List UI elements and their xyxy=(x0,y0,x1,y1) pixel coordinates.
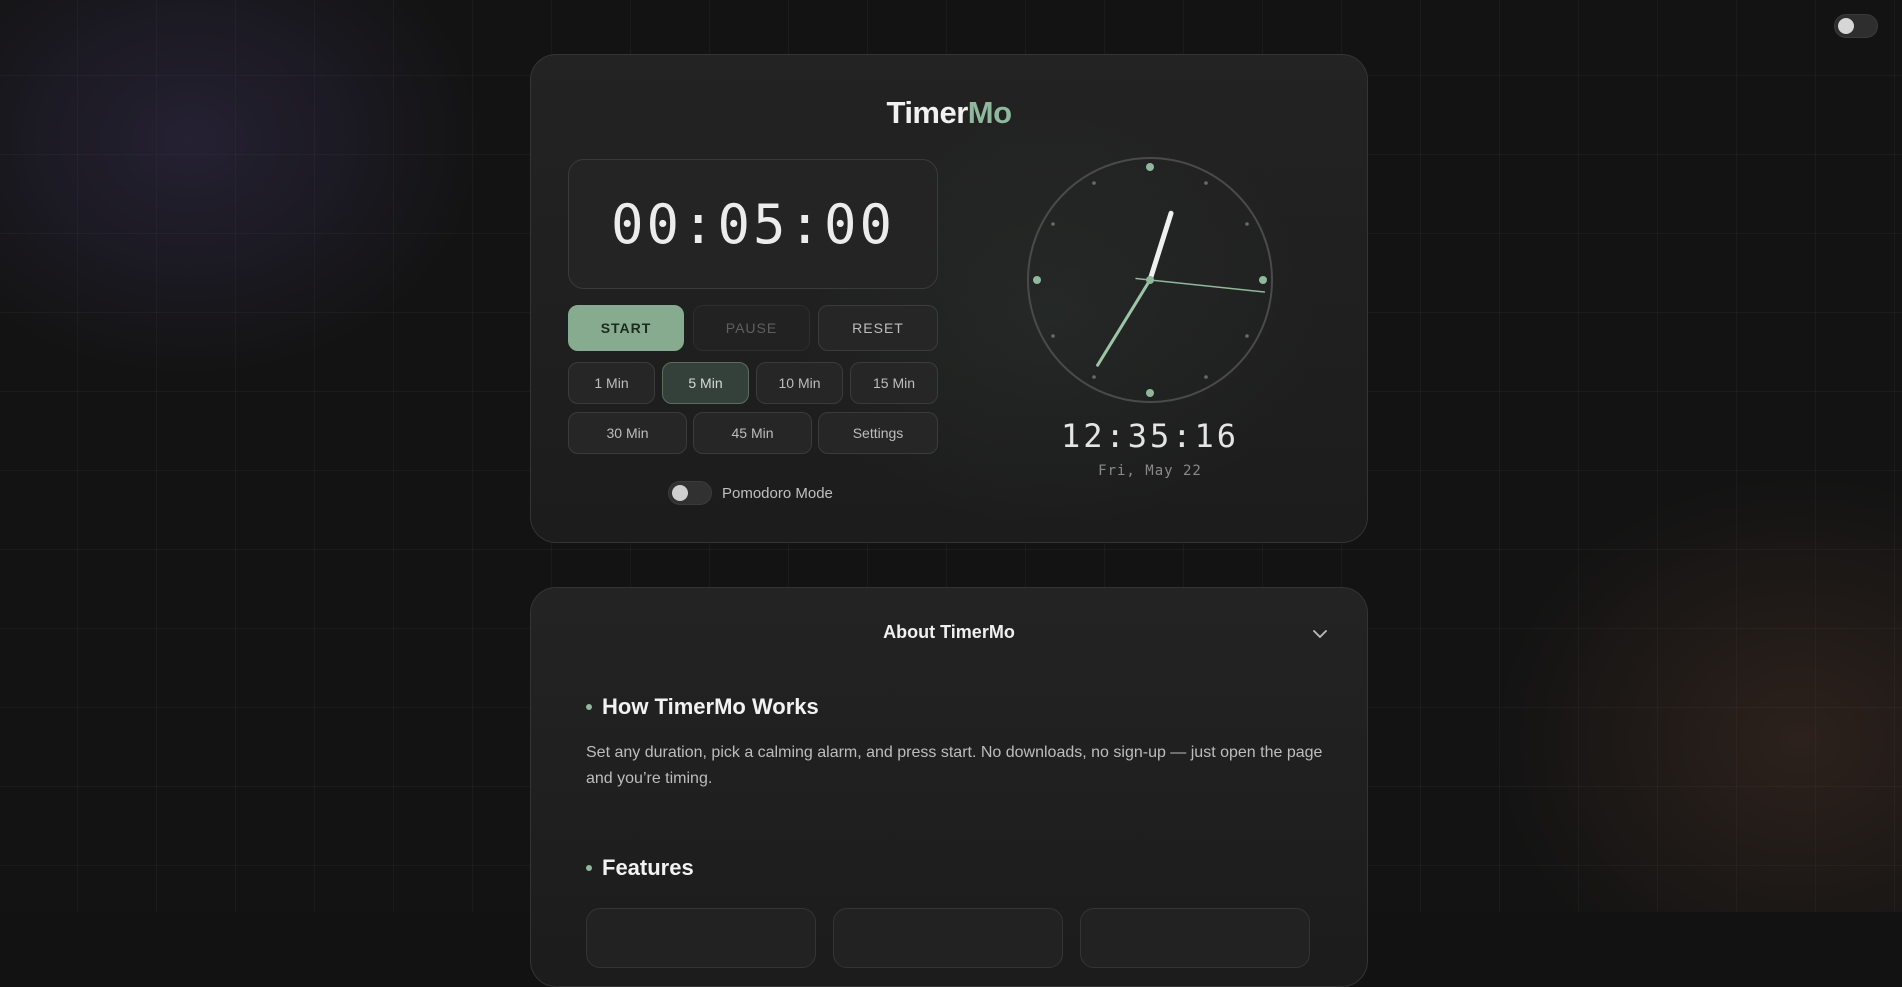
pomodoro-toggle[interactable] xyxy=(668,481,712,505)
preset-45-min-button[interactable]: 45 Min xyxy=(693,412,812,454)
preset-10-min-button[interactable]: 10 Min xyxy=(756,362,843,404)
preset-5-min-button[interactable]: 5 Min xyxy=(662,362,749,404)
about-title[interactable]: About TimerMo xyxy=(531,622,1367,643)
pomodoro-mode-control: Pomodoro Mode xyxy=(668,481,833,505)
clock-major-tick xyxy=(1146,163,1154,171)
pause-button[interactable]: PAUSE xyxy=(693,305,810,351)
clock-major-tick xyxy=(1033,276,1041,284)
clock-minor-tick xyxy=(1204,181,1208,185)
settings-button[interactable]: Settings xyxy=(818,412,938,454)
timer-display: 00:05:00 xyxy=(568,159,938,289)
preset-15-min-button[interactable]: 15 Min xyxy=(850,362,938,404)
how-it-works-heading-text: How TimerMo Works xyxy=(602,694,819,719)
clock-minor-tick xyxy=(1051,334,1055,338)
clock-center-pin xyxy=(1146,276,1154,284)
timer-card: TimerMo 00:05:00 START PAUSE RESET 1 Min… xyxy=(530,54,1368,543)
second-hand xyxy=(1135,277,1266,293)
how-it-works-heading: How TimerMo Works xyxy=(586,694,819,720)
clock-minor-tick xyxy=(1092,375,1096,379)
feature-card xyxy=(833,908,1063,968)
clock-minor-tick xyxy=(1245,334,1249,338)
clock-minor-tick xyxy=(1092,181,1096,185)
minute-hand xyxy=(1096,278,1152,367)
brand-text-mo: Mo xyxy=(967,95,1012,130)
clock-minor-tick xyxy=(1204,375,1208,379)
bullet-dot xyxy=(586,704,592,710)
theme-toggle-knob xyxy=(1838,18,1854,34)
digital-clock: 12:35:16 xyxy=(1060,417,1240,455)
pomodoro-label: Pomodoro Mode xyxy=(722,484,833,502)
clock-minor-tick xyxy=(1245,222,1249,226)
clock-major-tick xyxy=(1259,276,1267,284)
start-button[interactable]: START xyxy=(568,305,684,351)
bullet-dot xyxy=(586,865,592,871)
features-heading: Features xyxy=(586,855,694,881)
chevron-down-icon[interactable] xyxy=(1310,624,1330,644)
brand-text-timer: Timer xyxy=(886,95,968,130)
analog-clock xyxy=(1027,157,1273,403)
clock-minor-tick xyxy=(1051,222,1055,226)
clock-date: Fri, May 22 xyxy=(1098,463,1202,479)
about-card: About TimerMo How TimerMo Works Set any … xyxy=(530,587,1368,987)
feature-card xyxy=(586,908,816,968)
preset-30-min-button[interactable]: 30 Min xyxy=(568,412,687,454)
clock-major-tick xyxy=(1146,389,1154,397)
preset-1-min-button[interactable]: 1 Min xyxy=(568,362,655,404)
theme-toggle[interactable] xyxy=(1834,14,1878,38)
reset-button[interactable]: RESET xyxy=(818,305,938,351)
brand-logo: TimerMo xyxy=(531,95,1367,131)
pomodoro-toggle-knob xyxy=(672,485,688,501)
features-heading-text: Features xyxy=(602,855,694,880)
feature-card xyxy=(1080,908,1310,968)
how-it-works-text: Set any duration, pick a calming alarm, … xyxy=(586,744,1323,787)
hour-hand xyxy=(1147,210,1174,283)
